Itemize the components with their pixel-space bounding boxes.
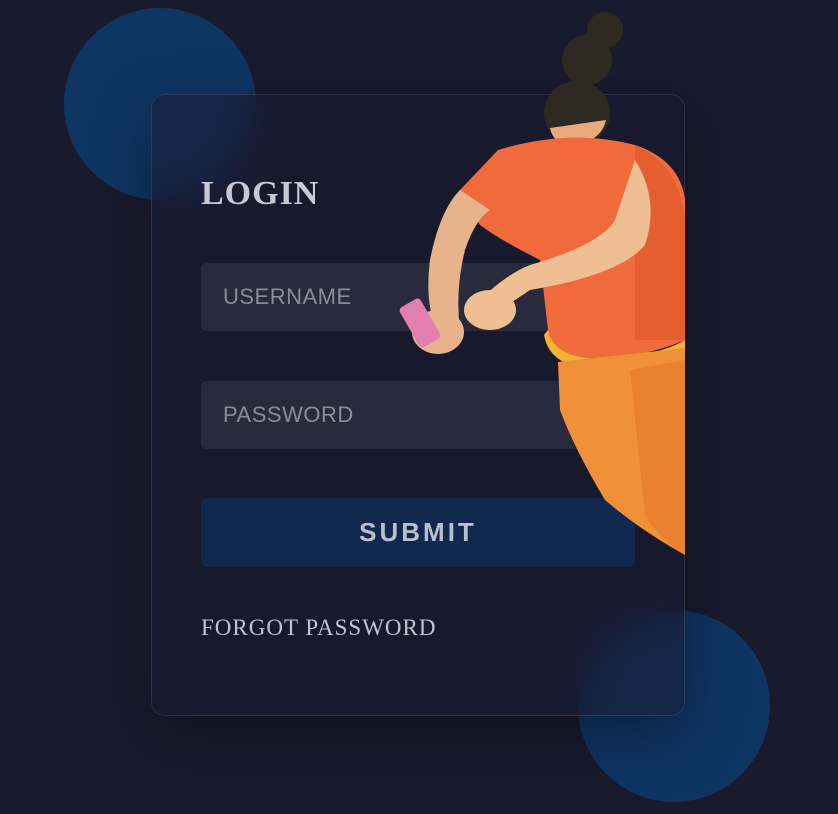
forgot-password-link[interactable]: FORGOT PASSWORD: [201, 615, 437, 641]
login-title: LOGIN: [201, 175, 320, 212]
woman-with-phone-illustration: [399, 12, 685, 555]
